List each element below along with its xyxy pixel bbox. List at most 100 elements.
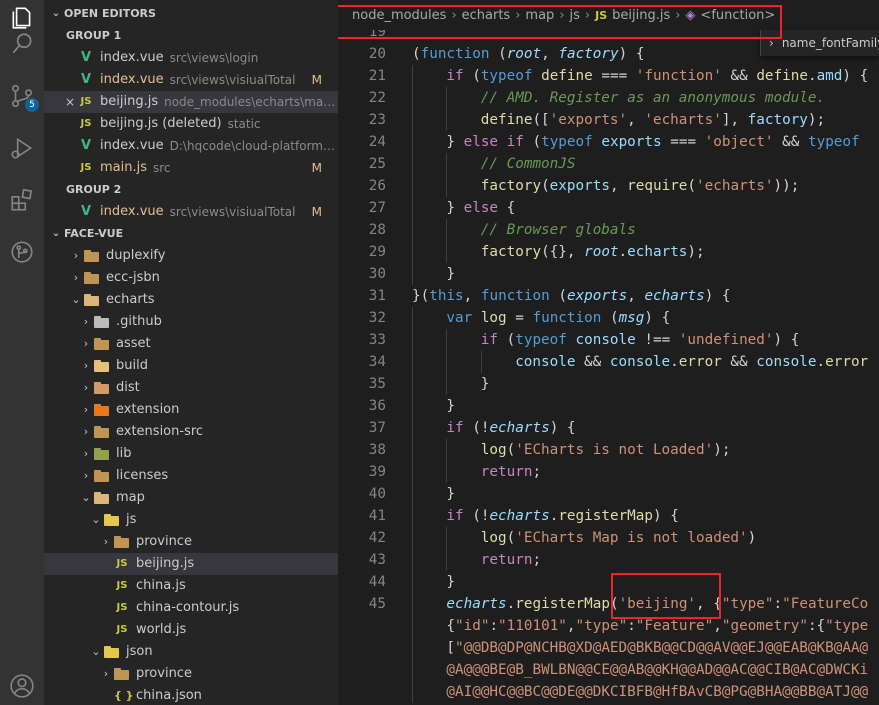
code-line[interactable]: 34 console && console.error && console.er… bbox=[338, 351, 879, 373]
vue-file-icon: V bbox=[80, 72, 92, 87]
indent-guide bbox=[412, 659, 413, 681]
code-line[interactable]: @A@@@BE@B_BWLBN@@CE@@AB@@KH@@AD@@AC@@CIB… bbox=[338, 659, 879, 681]
run-debug-icon[interactable] bbox=[8, 134, 36, 162]
code-line[interactable]: 41 if (!echarts.registerMap) { bbox=[338, 505, 879, 527]
line-number: 24 bbox=[368, 134, 386, 150]
code-line[interactable]: 44} bbox=[338, 571, 879, 593]
tree-file[interactable]: { } china.json bbox=[44, 685, 338, 705]
extensions-icon[interactable] bbox=[8, 186, 36, 214]
tree-folder[interactable]: › extension bbox=[44, 399, 338, 421]
tree-folder[interactable]: › licenses bbox=[44, 465, 338, 487]
open-editor-item[interactable]: V index.vue src\views\visiualTotal M bbox=[44, 201, 338, 223]
tree-folder[interactable]: › extension-src bbox=[44, 421, 338, 443]
vue-file-icon: V bbox=[80, 138, 92, 153]
code-text: if (!echarts.registerMap) { bbox=[446, 508, 679, 524]
folder-icon bbox=[84, 250, 100, 262]
file-name: index.vue bbox=[100, 138, 164, 153]
code-line[interactable]: ["@@DB@DP@NCHB@XD@AED@BKB@@CD@@AV@@EJ@@E… bbox=[338, 637, 879, 659]
remote-icon[interactable] bbox=[8, 238, 36, 266]
chevron-right-icon: › bbox=[73, 271, 79, 284]
indent-guide bbox=[412, 109, 413, 131]
code-line[interactable]: 35} bbox=[338, 373, 879, 395]
tree-folder[interactable]: ⌄ json bbox=[44, 641, 338, 663]
tree-folder[interactable]: › province bbox=[44, 663, 338, 685]
account-icon[interactable] bbox=[8, 672, 36, 700]
open-editor-item[interactable]: JS beijing.js (deleted) static bbox=[44, 113, 338, 135]
code-line[interactable]: 21 if (typeof define === 'function' && de… bbox=[338, 65, 879, 87]
code-line[interactable]: 25 // CommonJS bbox=[338, 153, 879, 175]
tree-folder[interactable]: › lib bbox=[44, 443, 338, 465]
tree-folder[interactable]: ⌄ map bbox=[44, 487, 338, 509]
code-line[interactable]: 22 // AMD. Register as an anonymous modul… bbox=[338, 87, 879, 109]
code-line[interactable]: 43 return; bbox=[338, 549, 879, 571]
code-line[interactable]: @AI@@HC@@BC@@DE@@DKCIBFB@HfBAvCB@PG@BHA@… bbox=[338, 681, 879, 703]
tree-folder[interactable]: ⌄ echarts bbox=[44, 289, 338, 311]
code-area[interactable]: 19 20 (function (root, factory) {21 if (typ… bbox=[338, 21, 879, 703]
code-line[interactable]: 24} else if (typeof exports === 'object'… bbox=[338, 131, 879, 153]
indent-guide bbox=[412, 549, 413, 571]
tree-folder[interactable]: › duplexify bbox=[44, 245, 338, 267]
indent-guide bbox=[412, 439, 413, 461]
open-editor-item[interactable]: V index.vue D:\hqcode\cloud-platform-ui\… bbox=[44, 135, 338, 157]
code-line[interactable]: 27} else { bbox=[338, 197, 879, 219]
line-number: 40 bbox=[368, 486, 386, 502]
chevron-right-icon: › bbox=[83, 359, 89, 372]
tree-file-active[interactable]: JS beijing.js bbox=[44, 553, 338, 575]
code-text: // CommonJS bbox=[480, 156, 576, 172]
file-name: index.vue bbox=[100, 72, 164, 87]
js-file-icon: JS bbox=[80, 162, 92, 173]
indent-guide bbox=[446, 549, 448, 571]
code-line[interactable]: 40} bbox=[338, 483, 879, 505]
open-editor-item[interactable]: V index.vue src\views\visiualTotal M bbox=[44, 69, 338, 91]
tree-label: lib bbox=[116, 446, 132, 461]
tree-folder[interactable]: ⌄ js bbox=[44, 509, 338, 531]
code-text: } bbox=[446, 486, 455, 502]
code-line[interactable]: 31}(this, function (exports, echarts) { bbox=[338, 285, 879, 307]
code-text: }(this, function (exports, echarts) { bbox=[412, 288, 731, 304]
modified-badge: M bbox=[311, 205, 322, 219]
code-line[interactable]: 33 if (typeof console !== 'undefined') { bbox=[338, 329, 879, 351]
open-editor-item-active[interactable]: × JS beijing.js node_modules\echarts\map… bbox=[44, 91, 338, 113]
tree-file[interactable]: JS china.js bbox=[44, 575, 338, 597]
indent-guide bbox=[446, 175, 448, 197]
code-line[interactable]: 28 // Browser globals bbox=[338, 219, 879, 241]
open-editors-header[interactable]: ⌄ OPEN EDITORS bbox=[44, 3, 338, 25]
code-line[interactable]: {"id":"110101","type":"Feature","geometr… bbox=[338, 615, 879, 637]
code-line[interactable]: 30} bbox=[338, 263, 879, 285]
close-icon[interactable]: × bbox=[64, 91, 76, 113]
search-icon[interactable] bbox=[8, 30, 36, 58]
code-text: } bbox=[446, 398, 455, 414]
explorer-icon[interactable] bbox=[8, 4, 36, 32]
tree-folder[interactable]: › .github bbox=[44, 311, 338, 333]
folder-open-icon bbox=[94, 492, 110, 504]
code-line[interactable]: 23 define(['exports', 'echarts'], factory… bbox=[338, 109, 879, 131]
tree-folder[interactable]: › province bbox=[44, 531, 338, 553]
line-number: 20 bbox=[368, 46, 386, 62]
tree-file[interactable]: JS china-contour.js bbox=[44, 597, 338, 619]
open-editor-item[interactable]: V index.vue src\views\login bbox=[44, 47, 338, 69]
code-line[interactable]: 38 log('ECharts is not Loaded'); bbox=[338, 439, 879, 461]
tree-folder[interactable]: › build bbox=[44, 355, 338, 377]
code-line[interactable]: 26 factory(exports, require('echarts')); bbox=[338, 175, 879, 197]
code-line[interactable]: 36} bbox=[338, 395, 879, 417]
tree-folder[interactable]: › ecc-jsbn bbox=[44, 267, 338, 289]
indent-guide bbox=[412, 461, 413, 483]
tree-file[interactable]: JS world.js bbox=[44, 619, 338, 641]
tree-folder[interactable]: › asset bbox=[44, 333, 338, 355]
folder-icon bbox=[84, 272, 100, 284]
editor[interactable]: node_modules › echarts › map › js › JS beiji… bbox=[338, 0, 879, 705]
vue-file-icon: V bbox=[80, 50, 92, 65]
explorer-header[interactable]: ⌄ FACE-VUE bbox=[44, 223, 338, 245]
tree-label: province bbox=[136, 534, 192, 549]
tree-label: licenses bbox=[116, 468, 169, 483]
code-line[interactable]: 42 log('ECharts Map is not loaded') bbox=[338, 527, 879, 549]
open-editor-item[interactable]: JS main.js src M bbox=[44, 157, 338, 179]
code-line[interactable]: 29 factory({}, root.echarts); bbox=[338, 241, 879, 263]
code-line[interactable]: 37 if (!echarts) { bbox=[338, 417, 879, 439]
folder-icon bbox=[94, 338, 110, 350]
tree-folder[interactable]: › dist bbox=[44, 377, 338, 399]
source-control-icon[interactable]: 5 bbox=[8, 82, 39, 112]
code-line[interactable]: 39 return; bbox=[338, 461, 879, 483]
code-line[interactable]: 45 echarts.registerMap('beijing', {"type"… bbox=[338, 593, 879, 615]
code-line[interactable]: 32 var log = function (msg) { bbox=[338, 307, 879, 329]
